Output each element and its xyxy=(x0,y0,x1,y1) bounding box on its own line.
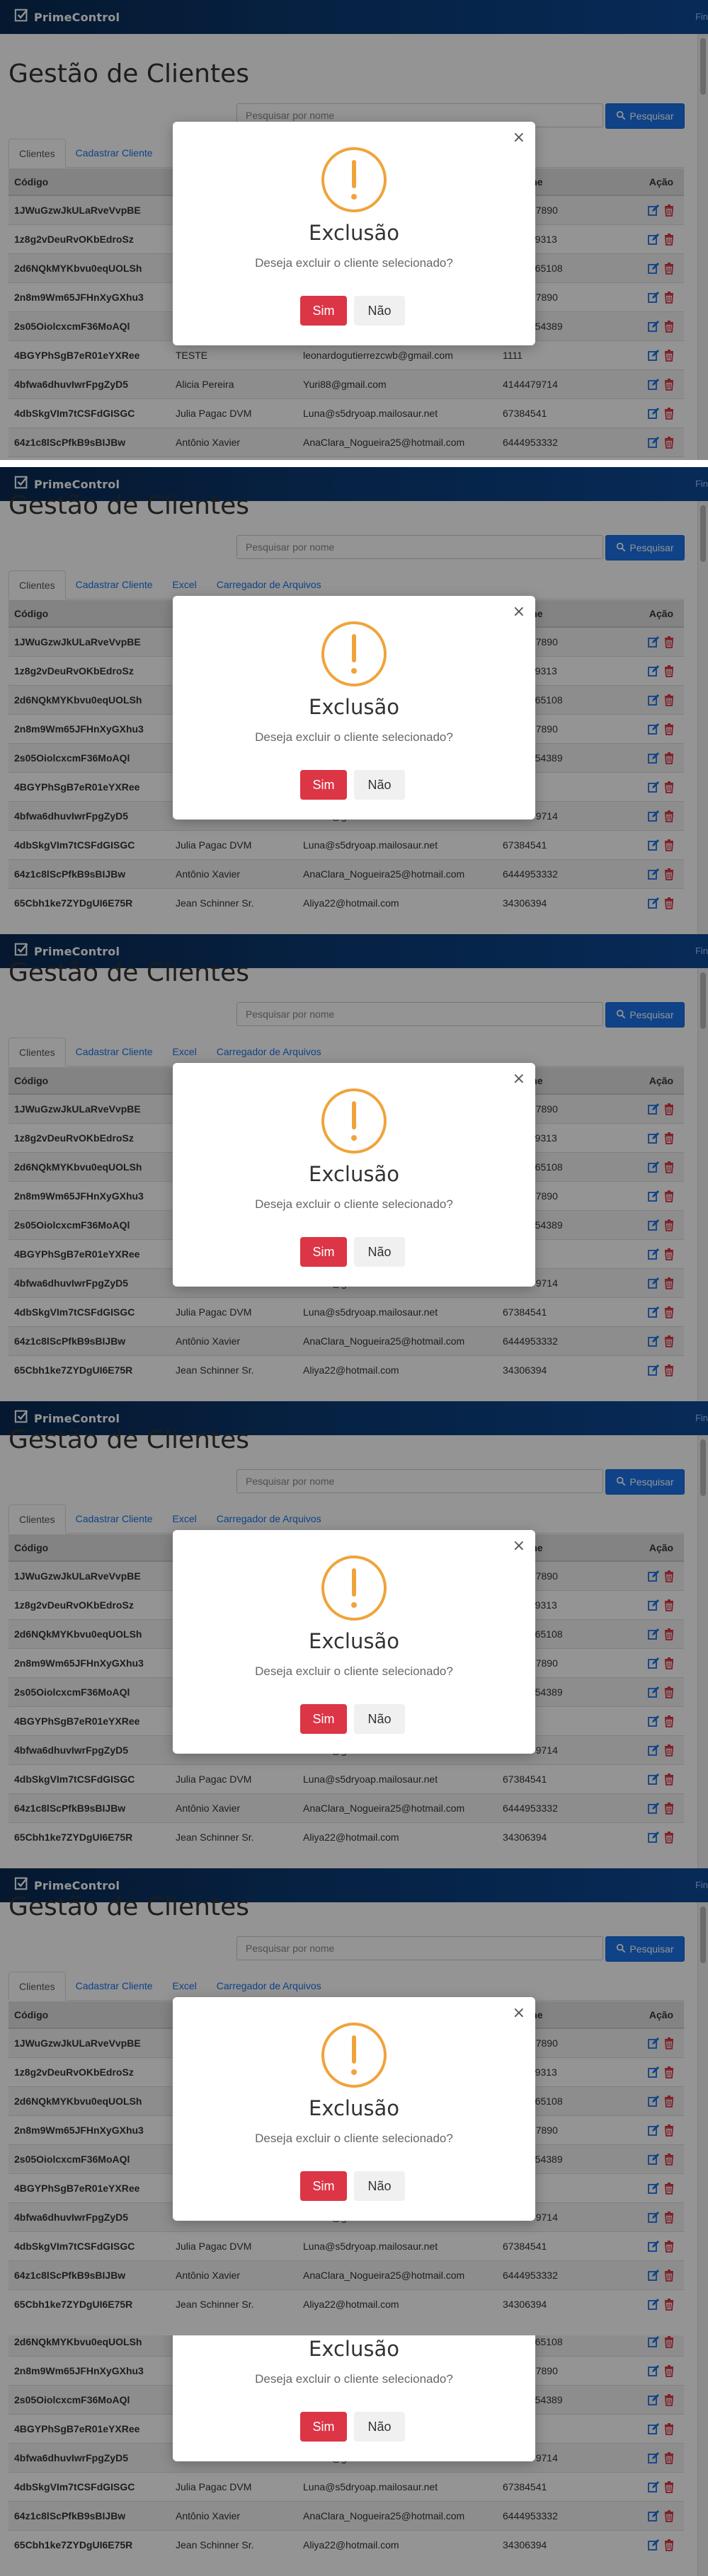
delete-confirm-modal: × Exclusão Deseja excluir o cliente sele… xyxy=(173,596,535,820)
screenshot-frame: PrimeControl Fin Gestão de Clientes Pesq… xyxy=(0,467,708,934)
screenshot-frame: PrimeControl Fin Gestão de Clientes Pesq… xyxy=(0,1401,708,1868)
confirm-yes-button[interactable]: Sim xyxy=(300,1704,347,1734)
modal-title: Exclusão xyxy=(309,1629,399,1653)
close-icon[interactable]: × xyxy=(513,2006,525,2021)
close-icon[interactable]: × xyxy=(513,130,525,146)
cancel-no-button[interactable]: Não xyxy=(354,2412,405,2442)
screenshot-frame: PrimeControl Fin Gestão de Clientes Pesq… xyxy=(0,2335,708,2576)
modal-title: Exclusão xyxy=(309,1162,399,1186)
modal-message: Deseja excluir o cliente selecionado? xyxy=(255,1664,453,1678)
modal-title: Exclusão xyxy=(309,2337,399,2361)
delete-confirm-modal: × Exclusão Deseja excluir o cliente sele… xyxy=(173,1997,535,2221)
delete-confirm-modal: × Exclusão Deseja excluir o cliente sele… xyxy=(173,122,535,345)
close-icon[interactable]: × xyxy=(513,1539,525,1554)
delete-confirm-modal: × Exclusão Deseja excluir o cliente sele… xyxy=(173,1530,535,1754)
warning-circle-icon xyxy=(320,1554,388,1622)
screenshot-frame: PrimeControl Fin Gestão de Clientes Pesq… xyxy=(0,0,708,460)
cancel-no-button[interactable]: Não xyxy=(354,296,405,326)
close-icon[interactable]: × xyxy=(513,604,525,620)
modal-message: Deseja excluir o cliente selecionado? xyxy=(255,2132,453,2145)
modal-title: Exclusão xyxy=(309,221,399,245)
cancel-no-button[interactable]: Não xyxy=(354,1704,405,1734)
modal-message: Deseja excluir o cliente selecionado? xyxy=(255,2372,453,2386)
confirm-yes-button[interactable]: Sim xyxy=(300,1237,347,1267)
warning-circle-icon xyxy=(320,146,388,214)
modal-title: Exclusão xyxy=(309,2096,399,2120)
modal-message: Deseja excluir o cliente selecionado? xyxy=(255,256,453,270)
warning-circle-icon xyxy=(320,1087,388,1155)
cancel-no-button[interactable]: Não xyxy=(354,1237,405,1267)
delete-confirm-modal: × Exclusão Deseja excluir o cliente sele… xyxy=(173,2335,535,2461)
confirm-yes-button[interactable]: Sim xyxy=(300,296,347,326)
modal-message: Deseja excluir o cliente selecionado? xyxy=(255,730,453,744)
confirm-yes-button[interactable]: Sim xyxy=(300,2171,347,2201)
modal-message: Deseja excluir o cliente selecionado? xyxy=(255,1197,453,1211)
close-icon[interactable]: × xyxy=(513,1071,525,1087)
confirm-yes-button[interactable]: Sim xyxy=(300,2412,347,2442)
cancel-no-button[interactable]: Não xyxy=(354,2171,405,2201)
cancel-no-button[interactable]: Não xyxy=(354,770,405,800)
warning-circle-icon xyxy=(320,2021,388,2089)
delete-confirm-modal: × Exclusão Deseja excluir o cliente sele… xyxy=(173,1063,535,1287)
screenshot-frame: PrimeControl Fin Gestão de Clientes Pesq… xyxy=(0,934,708,1401)
screenshot-frame: PrimeControl Fin Gestão de Clientes Pesq… xyxy=(0,1868,708,2335)
confirm-yes-button[interactable]: Sim xyxy=(300,770,347,800)
modal-title: Exclusão xyxy=(309,695,399,719)
warning-circle-icon xyxy=(320,620,388,688)
